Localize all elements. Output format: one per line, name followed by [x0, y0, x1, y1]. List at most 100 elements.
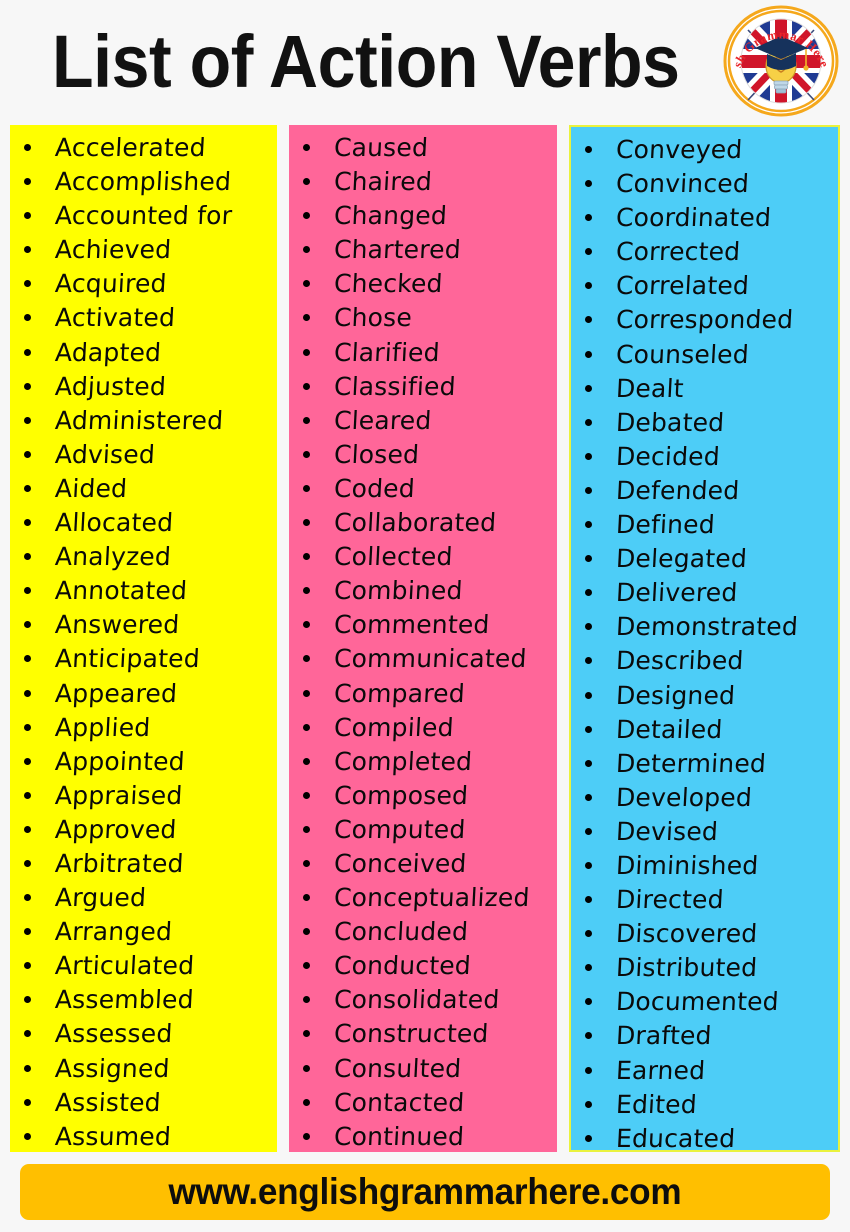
bullet-icon	[303, 928, 311, 936]
verb-list-item: Appeared	[18, 678, 271, 714]
verb-list-item: Contacted	[297, 1088, 550, 1123]
bullet-icon	[303, 962, 311, 970]
verb-list-item: Assigned	[18, 1054, 271, 1089]
bullet-icon	[584, 486, 592, 494]
verb-list-item: Answered	[18, 610, 271, 645]
verb-list-item: Continued	[297, 1121, 550, 1157]
bullet-icon	[24, 587, 31, 595]
bullet-icon	[24, 859, 31, 867]
bullet-icon	[584, 555, 592, 563]
bullet-icon	[24, 996, 31, 1004]
verb-label: Conceived	[333, 848, 468, 878]
verb-label: Appeared	[54, 678, 178, 708]
verb-label: Arbitrated	[54, 848, 185, 878]
bullet-icon	[584, 1032, 592, 1040]
verb-list-item: Convinced	[579, 169, 832, 204]
bullet-icon	[584, 214, 592, 222]
verb-list-item: Drafted	[579, 1021, 832, 1056]
verb-list-item: Accelerated	[18, 133, 271, 168]
verb-list-item: Constructed	[297, 1019, 550, 1054]
verb-label: Computed	[333, 814, 467, 844]
verb-label: Conceptualized	[333, 883, 531, 913]
verb-list-item: Determined	[579, 749, 832, 784]
bullet-icon	[24, 1132, 31, 1140]
verb-label: Changed	[333, 201, 449, 231]
bullet-icon	[584, 759, 592, 767]
verb-label: Continued	[333, 1121, 466, 1151]
verb-list-item: Assessed	[18, 1019, 271, 1054]
verb-label: Advised	[54, 439, 156, 469]
verb-label: Chaired	[333, 167, 434, 197]
verb-list-item: Caused	[297, 133, 550, 168]
verb-label: Assembled	[54, 985, 195, 1015]
bullet-icon	[24, 689, 31, 697]
verb-list-item: Argued	[18, 883, 271, 918]
verb-label: Demonstrated	[614, 612, 799, 642]
verb-label: Accomplished	[54, 167, 232, 197]
verb-list-item: Counseled	[579, 340, 832, 375]
verb-list-item: Cleared	[297, 405, 550, 441]
bullet-icon	[584, 248, 592, 256]
bullet-icon	[584, 316, 592, 324]
verb-list-item: Decided	[579, 441, 832, 477]
bullet-icon	[303, 416, 311, 424]
verb-list-item: Computed	[297, 814, 550, 850]
verb-label: Allocated	[54, 508, 175, 538]
verb-list-item: Collaborated	[297, 508, 550, 543]
verb-list-item: Chose	[297, 303, 550, 338]
verb-label: Drafted	[614, 1021, 713, 1051]
verb-label: Combined	[333, 576, 464, 606]
verb-list-item: Delivered	[579, 578, 832, 613]
verb-list-item: Accounted for	[18, 201, 271, 236]
verb-label: Collected	[333, 542, 454, 572]
verb-column-1: Accelerated Accomplished Accounted for Achi…	[10, 125, 278, 1152]
verb-label: Decided	[614, 441, 721, 471]
verb-list-item: Defended	[579, 475, 832, 511]
verb-list-item: Adjusted	[18, 372, 271, 407]
verb-list-item: Completed	[297, 747, 550, 782]
verb-list-item: Discovered	[579, 919, 832, 954]
verb-label: Correlated	[614, 271, 750, 301]
verb-list-item: Activated	[18, 303, 271, 338]
bullet-icon	[24, 382, 31, 390]
verb-label: Consolidated	[333, 985, 501, 1015]
bullet-icon	[584, 930, 592, 938]
bullet-icon	[584, 896, 592, 904]
verb-label: Convinced	[614, 169, 750, 199]
verb-label: Dealt	[614, 373, 685, 403]
bullet-icon	[303, 1030, 311, 1038]
bullet-icon	[303, 519, 311, 527]
verb-label: Approved	[54, 814, 178, 844]
verb-list-item: Analyzed	[18, 542, 271, 577]
bullet-icon	[584, 623, 592, 631]
verb-label: Cleared	[333, 405, 433, 435]
verb-list-item: Conducted	[297, 951, 550, 986]
verb-label: Conveyed	[614, 135, 743, 164]
verb-label: Debated	[614, 407, 725, 437]
bullet-icon	[24, 1030, 31, 1038]
verb-label: Documented	[614, 987, 780, 1017]
bullet-icon	[303, 212, 311, 220]
website-url: www.englishgrammarhere.com	[168, 1171, 682, 1212]
website-footer-banner[interactable]: www.englishgrammarhere.com	[20, 1164, 830, 1220]
verb-list-item: Earned	[579, 1056, 832, 1091]
verb-label: Devised	[614, 816, 719, 846]
bullet-icon	[303, 484, 311, 492]
bullet-icon	[24, 484, 31, 492]
verb-label: Designed	[614, 680, 736, 710]
header: List of Action Verbs sh Grammar Here	[0, 0, 850, 122]
verb-list-item: Devised	[579, 816, 832, 852]
verb-label: Defended	[614, 475, 740, 505]
verb-label: Articulated	[54, 951, 196, 981]
bullet-icon	[24, 1098, 31, 1106]
verb-list-item: Detailed	[579, 715, 832, 750]
bullet-icon	[24, 450, 31, 458]
verb-list-item: Adapted	[18, 338, 271, 373]
bullet-icon	[584, 657, 592, 665]
bullet-icon	[584, 418, 592, 426]
verb-label: Aided	[54, 473, 128, 503]
bullet-icon	[303, 144, 311, 151]
verb-list-item: Educated	[579, 1124, 832, 1159]
bullet-icon	[24, 280, 31, 288]
bullet-icon	[24, 519, 31, 527]
